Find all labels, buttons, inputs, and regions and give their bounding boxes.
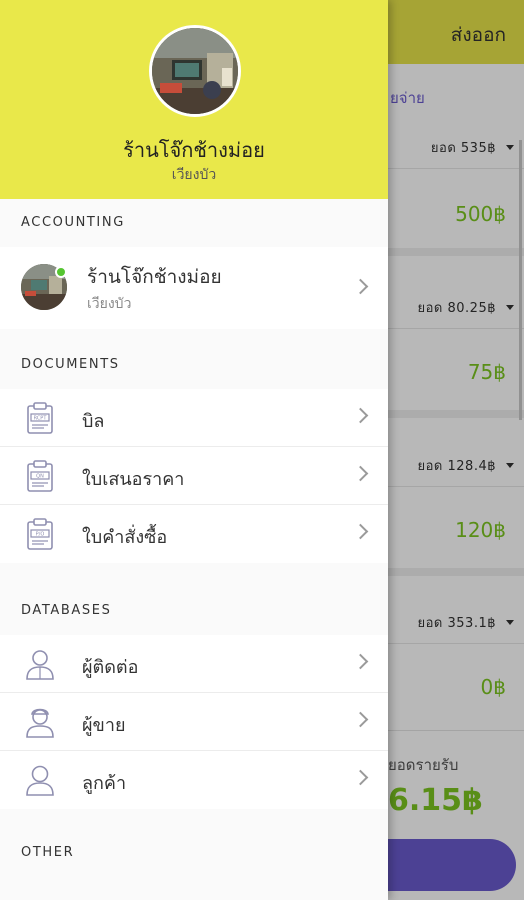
purchase-order-clipboard-icon: P/O bbox=[27, 518, 53, 550]
receipt-clipboard-icon: RCPT bbox=[27, 402, 53, 434]
section-title-documents: DOCUMENTS bbox=[0, 341, 388, 389]
account-name: ร้านโจ๊กช้างม่อย bbox=[87, 266, 222, 288]
section-title-databases: DATABASES bbox=[0, 587, 388, 635]
menu-item-label: ลูกค้า bbox=[82, 773, 127, 794]
menu-item-sellers[interactable]: ผู้ขาย bbox=[0, 693, 388, 751]
chevron-right-icon bbox=[352, 465, 369, 482]
seller-person-icon bbox=[26, 708, 54, 738]
menu-item-contacts[interactable]: ผู้ติดต่อ bbox=[0, 635, 388, 693]
contact-person-icon bbox=[26, 650, 54, 680]
chevron-right-icon bbox=[352, 769, 369, 786]
menu-item-label: ใบคำสั่งซื้อ bbox=[82, 527, 168, 548]
chevron-right-icon bbox=[352, 711, 369, 728]
section-spacer bbox=[0, 329, 388, 341]
chevron-right-icon bbox=[352, 523, 369, 540]
menu-item-customers[interactable]: ลูกค้า bbox=[0, 751, 388, 809]
documents-list: RCPT บิล QN ใบเสนอราคา P/O ใบคำสั่งซื้อ bbox=[0, 389, 388, 563]
menu-item-quotation[interactable]: QN ใบเสนอราคา bbox=[0, 447, 388, 505]
account-location: เวียงบัว bbox=[87, 296, 132, 312]
chevron-right-icon bbox=[352, 407, 369, 424]
account-row[interactable]: ร้านโจ๊กช้างม่อย เวียงบัว bbox=[0, 247, 388, 329]
chevron-right-icon bbox=[352, 653, 369, 670]
shop-name: ร้านโจ๊กช้างม่อย bbox=[123, 138, 265, 162]
navigation-drawer: ร้านโจ๊กช้างม่อย เวียงบัว ACCOUNTING ร้า… bbox=[0, 0, 388, 900]
quotation-clipboard-icon: QN bbox=[27, 460, 53, 492]
section-spacer bbox=[0, 809, 388, 829]
online-status-dot bbox=[55, 266, 67, 278]
purchase-order-tag: P/O bbox=[36, 532, 45, 538]
drawer-header: ร้านโจ๊กช้างม่อย เวียงบัว bbox=[0, 0, 388, 199]
receipt-tag: RCPT bbox=[34, 416, 48, 422]
menu-item-label: ใบเสนอราคา bbox=[82, 469, 185, 490]
menu-item-label: บิล bbox=[82, 411, 105, 432]
menu-item-label: ผู้ติดต่อ bbox=[82, 657, 139, 678]
menu-item-label: ผู้ขาย bbox=[82, 715, 126, 736]
quotation-tag: QN bbox=[36, 474, 44, 480]
customer-person-icon bbox=[26, 765, 54, 796]
shop-avatar[interactable] bbox=[149, 25, 241, 117]
databases-list: ผู้ติดต่อ ผู้ขาย ลูกค้า bbox=[0, 635, 388, 809]
section-spacer bbox=[0, 563, 388, 587]
shop-location: เวียงบัว bbox=[171, 167, 217, 183]
section-title-accounting: ACCOUNTING bbox=[0, 199, 388, 247]
section-title-other: OTHER bbox=[0, 829, 388, 877]
menu-item-purchase-order[interactable]: P/O ใบคำสั่งซื้อ bbox=[0, 505, 388, 563]
chevron-right-icon bbox=[352, 278, 369, 295]
menu-item-bill[interactable]: RCPT บิล bbox=[0, 389, 388, 447]
